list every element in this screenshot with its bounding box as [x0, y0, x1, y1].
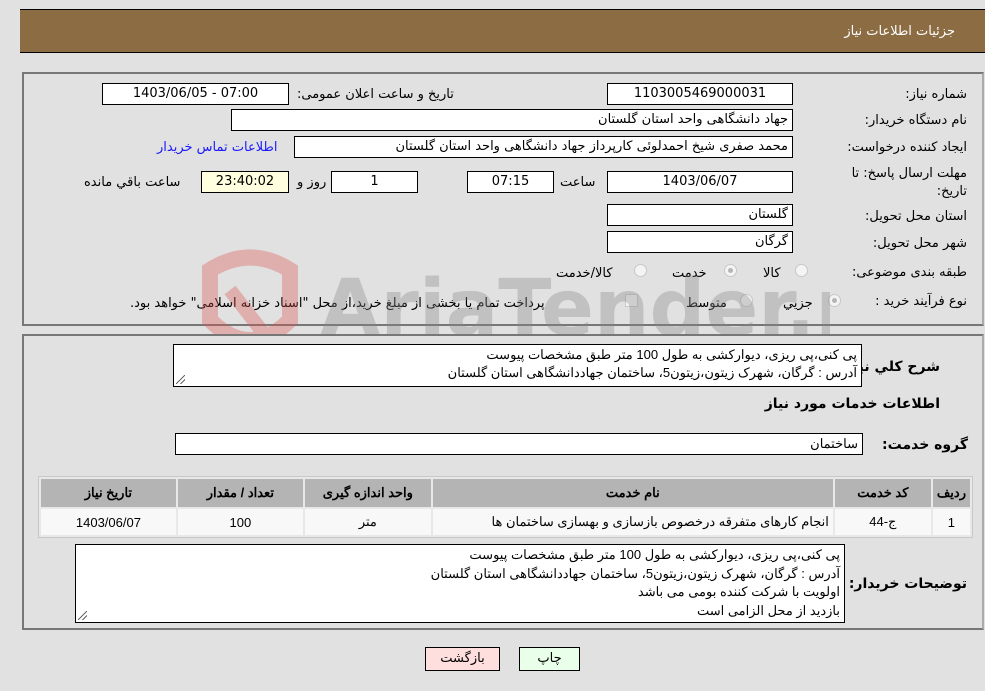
process-radio-minor[interactable]: [828, 294, 841, 307]
buyer-org-label: نام دستگاه خریدار:: [864, 113, 967, 128]
deadline-label: مهلت ارسال پاسخ: تا تاریخ:: [851, 166, 967, 199]
cell-row-number: 1: [932, 509, 970, 535]
column-header-service-code: کد خدمت: [834, 479, 931, 507]
resize-grip-icon[interactable]: [176, 375, 185, 384]
service-group-field: ساختمان: [175, 433, 863, 455]
days-label: روز و: [297, 175, 327, 190]
category-radio-goods[interactable]: [795, 264, 808, 277]
treasury-note: پرداخت تمام یا بخشی از مبلغ خرید،از محل …: [130, 296, 545, 311]
buyer-org-field: جهاد دانشگاهی واحد استان گلستان: [231, 109, 793, 131]
page-title: جزئیات اطلاعات نیاز: [844, 24, 955, 39]
description-textarea[interactable]: پی کنی،پی ریزی، دیوارکشی به طول 100 متر …: [173, 344, 862, 387]
deadline-date-field: 1403/06/07: [607, 171, 793, 193]
cell-quantity: 100: [177, 509, 303, 535]
column-header-row-number: ردیف: [932, 479, 970, 507]
description-line: پی کنی،پی ریزی، دیوارکشی به طول 100 متر …: [486, 347, 857, 362]
need-number-label: شماره نیاز:: [905, 87, 967, 102]
process-radio-medium[interactable]: [740, 294, 753, 307]
buyer-notes-line: اولویت با شرکت کننده بومی می باشد: [637, 584, 840, 599]
description-line: آدرس : گرگان، شهرک زیتون،زیتون5، ساختمان…: [447, 365, 857, 380]
print-button[interactable]: چاپ: [519, 647, 580, 671]
column-header-unit: واحد اندازه گیری: [304, 479, 431, 507]
buyer-notes-label: توضیحات خریدار:: [848, 576, 967, 592]
column-header-need-date: تاریخ نیاز: [41, 479, 176, 507]
city-field: گرگان: [607, 231, 793, 253]
announce-date-field: 1403/06/05 - 07:00: [102, 83, 289, 105]
category-option-service: خدمت: [672, 266, 707, 281]
buyer-contact-link[interactable]: اطلاعات تماس خریدار: [157, 140, 277, 155]
cell-need-date: 1403/06/07: [41, 509, 176, 535]
buyer-notes-line: پی کنی،پی ریزی، دیوارکشی به طول 100 متر …: [469, 547, 840, 562]
treasury-checkbox[interactable]: [625, 294, 638, 307]
services-section-title: اطلاعات خدمات مورد نیاز: [764, 396, 940, 412]
category-radio-goods-service[interactable]: [634, 264, 647, 277]
remaining-time-label: ساعت باقي مانده: [84, 175, 181, 190]
cell-service-code: ج-44: [834, 509, 931, 535]
table-row: 1 ج-44 انجام کارهای متفرقه درخصوص بازساز…: [41, 509, 970, 535]
category-label: طبقه بندی موضوعی:: [851, 265, 967, 280]
resize-grip-icon[interactable]: [78, 611, 87, 620]
province-label: استان محل تحویل:: [865, 209, 967, 224]
buyer-notes-line: آدرس : گرگان، شهرک زیتون،زیتون5، ساختمان…: [430, 565, 840, 581]
days-remaining-field: 1: [331, 171, 418, 193]
need-number-field: 1103005469000031: [607, 83, 793, 105]
cell-service-name: انجام کارهای متفرقه درخصوص بازسازی و بهس…: [432, 509, 833, 535]
remaining-time-field: 23:40:02: [201, 171, 289, 193]
process-type-label: نوع فرآیند خرید :: [875, 294, 967, 309]
process-option-minor: جزيي: [783, 296, 813, 311]
province-field: گلستان: [607, 204, 793, 226]
process-option-medium: متوسط: [686, 296, 727, 311]
back-button[interactable]: بازگشت: [425, 647, 500, 671]
requester-label: ایجاد کننده درخواست:: [847, 140, 967, 155]
buyer-notes-textarea[interactable]: پی کنی،پی ریزی، دیوارکشی به طول 100 متر …: [75, 544, 845, 623]
deadline-time-label: ساعت: [560, 175, 596, 190]
table-header-row: ردیف کد خدمت نام خدمت واحد اندازه گیری ت…: [41, 479, 970, 507]
city-label: شهر محل تحویل:: [872, 236, 967, 251]
announce-date-label: تاریخ و ساعت اعلان عمومی:: [297, 87, 454, 102]
category-option-goods: کالا: [763, 266, 781, 281]
page-header: جزئیات اطلاعات نیاز: [20, 9, 985, 53]
buyer-notes-line: بازدید از محل الزامی است: [696, 602, 840, 618]
services-table: ردیف کد خدمت نام خدمت واحد اندازه گیری ت…: [38, 476, 973, 538]
column-header-quantity: تعداد / مقدار: [177, 479, 303, 507]
cell-unit: متر: [304, 509, 431, 535]
category-radio-service[interactable]: [724, 264, 737, 277]
service-group-label: گروه خدمت:: [882, 437, 968, 453]
requester-field: محمد صفری شیخ احمدلوئی کارپرداز جهاد دان…: [294, 136, 793, 158]
category-option-goods-service: کالا/خدمت: [556, 266, 613, 281]
column-header-service-name: نام خدمت: [432, 479, 833, 507]
services-table-wrapper: ردیف کد خدمت نام خدمت واحد اندازه گیری ت…: [38, 476, 973, 538]
deadline-time-field: 07:15: [467, 171, 554, 193]
